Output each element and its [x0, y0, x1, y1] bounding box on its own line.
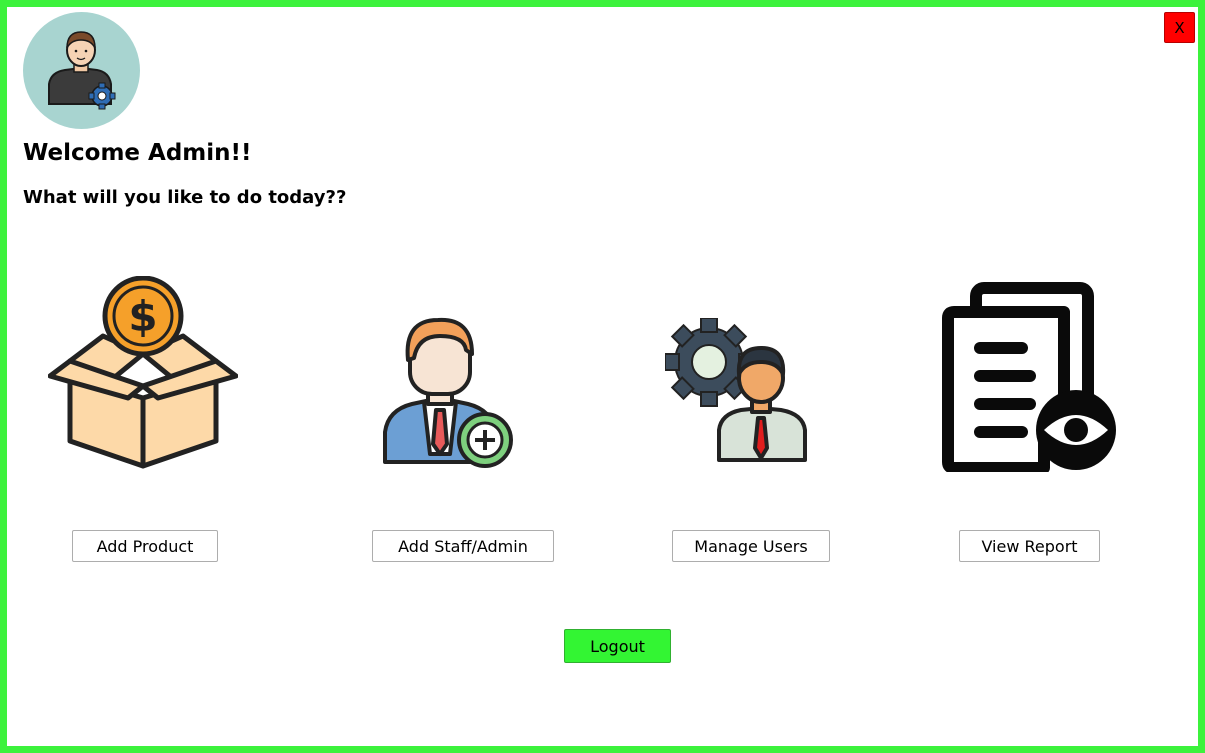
add-staff-icon	[383, 317, 513, 468]
logout-button[interactable]: Logout	[564, 629, 671, 663]
svg-text:$: $	[128, 292, 157, 341]
view-report-icon	[942, 282, 1116, 472]
prompt-subheading: What will you like to do today??	[23, 187, 347, 208]
close-button[interactable]: X	[1164, 12, 1195, 43]
manage-users-button[interactable]: Manage Users	[672, 530, 830, 562]
product-box-dollar-icon: $	[48, 276, 238, 469]
admin-avatar-icon	[23, 12, 140, 129]
view-report-button[interactable]: View Report	[959, 530, 1100, 562]
add-staff-admin-button[interactable]: Add Staff/Admin	[372, 530, 554, 562]
welcome-heading: Welcome Admin!!	[23, 140, 252, 166]
manage-users-icon	[665, 318, 807, 462]
add-product-button[interactable]: Add Product	[72, 530, 218, 562]
